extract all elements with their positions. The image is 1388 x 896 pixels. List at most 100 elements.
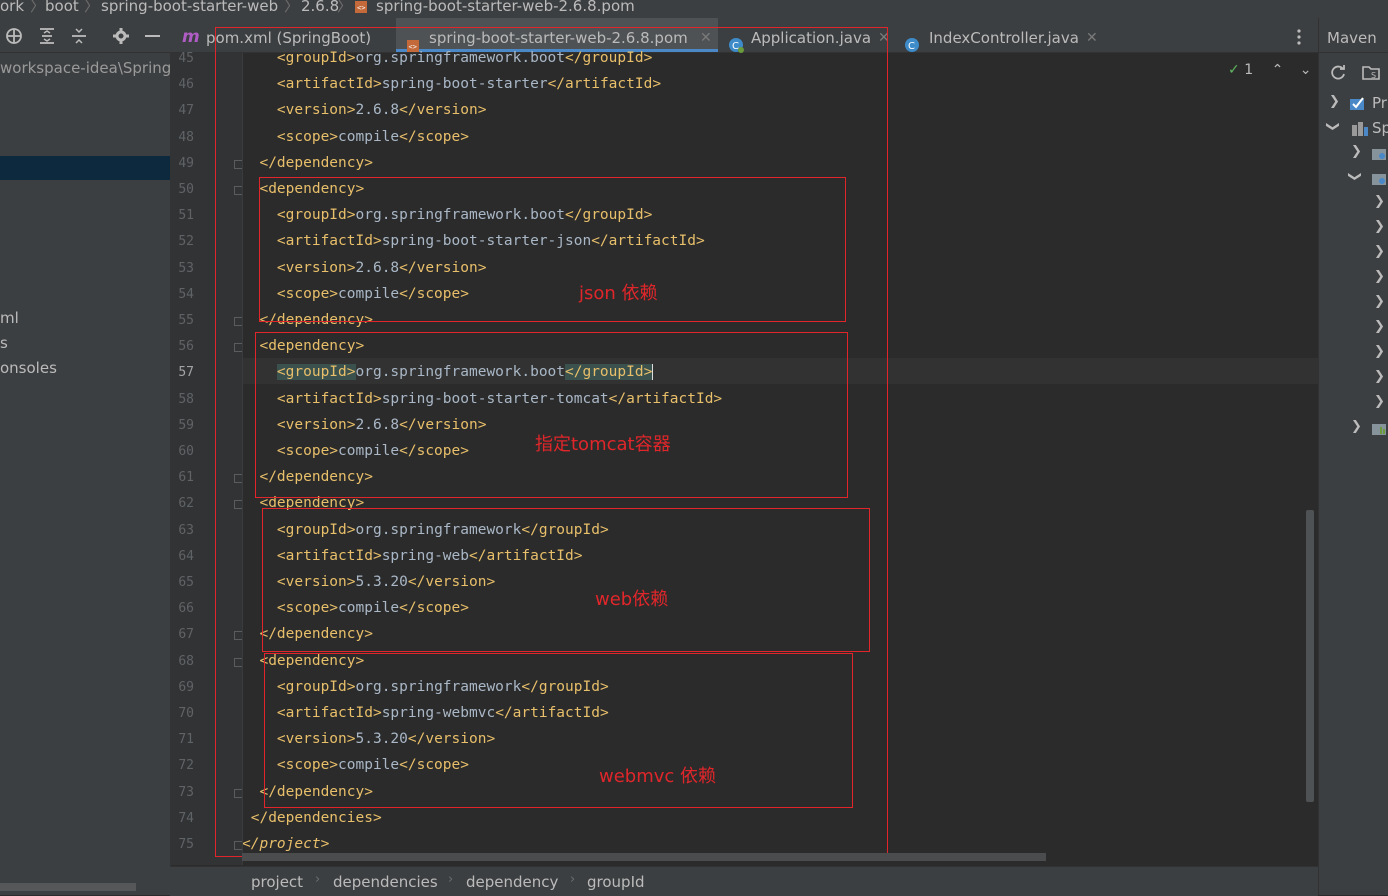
- minimize-icon[interactable]: [145, 35, 160, 37]
- code-line: </dependency>: [242, 307, 373, 333]
- xml-text: spring-boot-starter: [381, 76, 548, 93]
- code-line: <dependency>: [242, 648, 364, 674]
- code-line: <groupId>org.springframework</groupId>: [242, 517, 609, 543]
- chevron-down-icon[interactable]: ❯: [1347, 171, 1362, 182]
- editor-vertical-scrollbar[interactable]: [1306, 510, 1314, 802]
- tab-application-java[interactable]: C Application.java ✕: [722, 18, 892, 53]
- path-crumb-separator: ›: [570, 872, 576, 887]
- xml-close-tag: </version>: [407, 731, 496, 748]
- reload-icon[interactable]: [1329, 64, 1347, 86]
- chevron-right-icon[interactable]: ❯: [1374, 244, 1385, 259]
- close-icon[interactable]: ✕: [700, 18, 712, 58]
- breadcrumb-item[interactable]: ork: [0, 0, 24, 14]
- tree-item[interactable]: ml: [0, 309, 19, 327]
- project-panel-scrollbar[interactable]: [0, 883, 136, 891]
- breadcrumb-separator: 〉: [84, 0, 100, 15]
- selected-tree-row[interactable]: [0, 156, 170, 180]
- code-line: <dependency>: [242, 333, 364, 359]
- inspection-widget[interactable]: ✓ 1 ⌃ ⌄: [1228, 62, 1311, 78]
- xml-open-tag: <version>: [276, 416, 356, 433]
- xml-close-tag: </artifactId>: [591, 233, 705, 250]
- code-line: <version>2.6.8</version>: [242, 255, 487, 281]
- xml-text: org.springframework: [355, 521, 522, 538]
- chevron-right-icon[interactable]: ❯: [1374, 294, 1385, 309]
- svg-text:S: S: [1371, 71, 1376, 80]
- chevron-right-icon[interactable]: ❯: [1374, 319, 1385, 334]
- line-number: 45: [178, 51, 194, 66]
- maven-tree-item[interactable]: Pr: [1372, 94, 1387, 112]
- editor-horizontal-scrollbar[interactable]: [242, 853, 1046, 861]
- folder-gear-icon: [1371, 171, 1387, 191]
- dependencies-icon: [1371, 421, 1387, 441]
- path-crumb[interactable]: groupId: [587, 873, 645, 891]
- line-number: 53: [178, 260, 194, 276]
- line-number: 46: [178, 77, 194, 93]
- chevron-right-icon[interactable]: ❯: [1374, 394, 1385, 409]
- xml-text: org.springframework.boot: [355, 207, 566, 224]
- line-number: 57: [178, 365, 194, 381]
- breadcrumb-item[interactable]: spring-boot-starter-web: [101, 0, 278, 14]
- xml-open-tag: <artifactId>: [276, 547, 382, 564]
- breadcrumb-item[interactable]: boot: [45, 0, 79, 14]
- xml-open-tag: <dependency>: [259, 338, 365, 355]
- chevron-right-icon[interactable]: ❯: [1374, 269, 1385, 284]
- pom-file-icon: <>: [354, 0, 370, 17]
- inspection-count: 1: [1244, 62, 1254, 78]
- xml-text: compile: [338, 600, 400, 617]
- path-crumb[interactable]: project: [251, 873, 303, 891]
- more-tabs-icon[interactable]: [1296, 29, 1302, 49]
- xml-text: org.springframework.boot: [355, 364, 566, 381]
- code-line: <scope>compile</scope>: [242, 752, 469, 778]
- collapse-all-icon[interactable]: [70, 27, 88, 49]
- chevron-right-icon[interactable]: ❯: [1329, 94, 1340, 109]
- xml-open-tag: <groupId>: [276, 678, 356, 695]
- line-number: 50: [178, 182, 194, 197]
- xml-open-tag: <dependency>: [259, 495, 365, 512]
- annotation-web-label: web依赖: [595, 589, 669, 610]
- breadcrumb-item[interactable]: spring-boot-starter-web-2.6.8.pom: [376, 0, 635, 14]
- breadcrumb-item[interactable]: 2.6.8: [301, 0, 339, 14]
- line-number: 55: [178, 313, 194, 328]
- gear-icon[interactable]: [112, 27, 130, 49]
- profiles-icon: [1349, 96, 1367, 116]
- code-line: </dependency>: [242, 150, 373, 176]
- xml-close-tag: </artifactId>: [495, 705, 609, 721]
- code-editor[interactable]: <groupId> org.springframework.boot </group…: [242, 50, 1306, 865]
- code-line: <scope>compile</scope>: [242, 281, 469, 307]
- tab-indexcontroller-java[interactable]: C IndexController.java ✕: [898, 18, 1108, 52]
- chevron-right-icon[interactable]: ❯: [1374, 344, 1385, 359]
- tree-item[interactable]: s: [0, 334, 8, 352]
- locate-icon[interactable]: [5, 27, 23, 49]
- chevron-up-icon[interactable]: ⌃: [1272, 62, 1284, 78]
- tab-label: Application.java: [751, 29, 872, 47]
- path-crumb[interactable]: dependencies: [333, 873, 438, 891]
- chevron-right-icon[interactable]: ❯: [1374, 194, 1385, 209]
- chevron-right-icon[interactable]: ❯: [1351, 419, 1362, 434]
- xml-close-tag: </scope>: [399, 757, 469, 774]
- chevron-down-icon[interactable]: ❯: [1325, 121, 1340, 132]
- expand-all-icon[interactable]: [38, 27, 56, 49]
- chevron-right-icon[interactable]: ❯: [1351, 144, 1362, 159]
- close-icon[interactable]: ✕: [1086, 18, 1098, 58]
- close-icon[interactable]: ✕: [878, 18, 890, 58]
- maven-panel: Maven S ❯ Pr ❯ Sp ❯ ❯ ❯ ❯ ❯ ❯ ❯ ❯ ❯ ❯ ❯ …: [1318, 18, 1388, 895]
- add-maven-project-icon[interactable]: S: [1361, 64, 1381, 86]
- line-number: 69: [178, 679, 194, 695]
- xml-open-tag: </project>: [242, 836, 330, 852]
- chevron-right-icon[interactable]: ❯: [1374, 369, 1385, 384]
- xml-open-tag: <version>: [276, 731, 356, 748]
- indent-guide: [242, 53, 243, 865]
- xml-open-tag: <scope>: [276, 128, 339, 145]
- maven-tree-item[interactable]: Sp: [1372, 119, 1388, 137]
- xml-close-tag: </groupId>: [565, 50, 653, 66]
- path-crumb[interactable]: dependency: [466, 873, 558, 891]
- chevron-right-icon[interactable]: ❯: [1374, 219, 1385, 234]
- line-number: 72: [178, 758, 194, 774]
- tree-item-scratches-consoles[interactable]: onsoles: [0, 359, 57, 377]
- xml-open-tag: <scope>: [276, 600, 339, 617]
